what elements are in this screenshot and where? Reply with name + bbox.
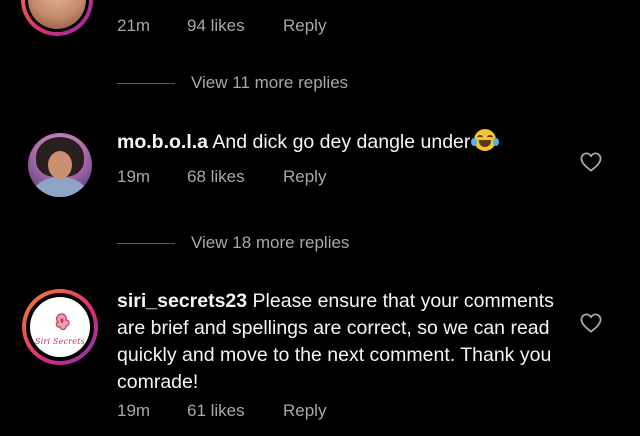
divider — [117, 243, 175, 244]
comment-username[interactable]: siri_secrets23 — [117, 290, 247, 312]
comment-text: siri_secrets23 Please ensure that your c… — [117, 288, 567, 396]
view-more-replies[interactable]: View 11 more replies — [117, 73, 377, 93]
laughing-emoji-icon — [471, 129, 500, 151]
comment-text: mo.b.o.l.a And dick go dey dangle under — [117, 129, 557, 156]
comments-screen: 21m 94 likes Reply View 11 more replies … — [0, 0, 640, 436]
reply-button[interactable]: Reply — [283, 167, 326, 187]
view-more-label[interactable]: View 11 more replies — [191, 73, 348, 93]
likes-count[interactable]: 94 likes — [187, 16, 245, 36]
comment-meta: 19m 68 likes Reply — [117, 167, 337, 187]
view-more-label[interactable]: View 18 more replies — [191, 233, 349, 253]
comment-time: 19m — [117, 401, 151, 420]
rose-icon — [55, 313, 70, 331]
comment-meta: 19m 61 likes Reply — [117, 401, 337, 421]
likes-count[interactable]: 61 likes — [187, 401, 245, 421]
view-more-replies[interactable]: View 18 more replies — [117, 233, 377, 253]
comment-time: 19m — [117, 167, 151, 186]
brand-logo: Siri Secrets — [30, 297, 90, 357]
comment-body: And dick go dey dangle under — [208, 131, 471, 153]
avatar[interactable]: Siri Secrets — [22, 289, 98, 365]
divider — [117, 83, 175, 84]
heart-icon[interactable] — [580, 313, 602, 333]
comment-meta: 21m 94 likes Reply — [117, 16, 337, 36]
comment-time: 21m — [117, 16, 151, 35]
comment-username[interactable]: mo.b.o.l.a — [117, 131, 208, 153]
avatar[interactable] — [21, 0, 93, 36]
likes-count[interactable]: 68 likes — [187, 167, 245, 187]
reply-button[interactable]: Reply — [283, 16, 326, 36]
heart-icon[interactable] — [580, 152, 602, 172]
avatar[interactable] — [28, 133, 92, 197]
reply-button[interactable]: Reply — [283, 401, 326, 421]
logo-text: Siri Secrets — [35, 337, 85, 346]
